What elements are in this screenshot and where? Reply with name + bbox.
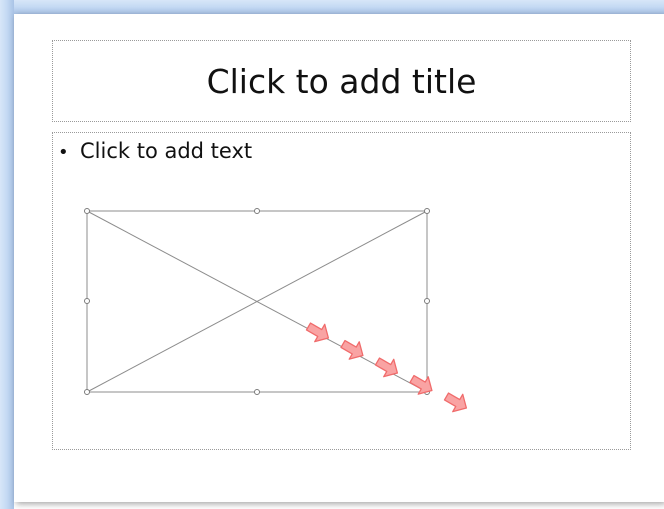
resize-handle-top[interactable] <box>254 208 260 214</box>
resize-handle-top-left[interactable] <box>84 208 90 214</box>
resize-handle-right[interactable] <box>424 298 430 304</box>
window-frame-top <box>0 0 664 14</box>
picture-layer <box>84 208 468 413</box>
window-frame-left <box>0 0 14 509</box>
resize-handle-left[interactable] <box>84 298 90 304</box>
drag-arrow-icon <box>443 392 468 413</box>
slide-canvas[interactable]: Click to add title • Click to add text <box>14 14 664 502</box>
drag-arrow-icon <box>374 357 399 378</box>
drag-arrow-icon <box>305 322 330 343</box>
slide-editor: Click to add title • Click to add text <box>0 0 664 509</box>
drag-arrow-icon <box>409 374 433 395</box>
drag-arrow-icon <box>340 339 364 360</box>
drag-direction-arrows <box>305 322 468 413</box>
resize-handle-bottom[interactable] <box>254 389 260 395</box>
resize-handle-bottom-left[interactable] <box>84 389 90 395</box>
resize-handle-top-right[interactable] <box>424 208 430 214</box>
